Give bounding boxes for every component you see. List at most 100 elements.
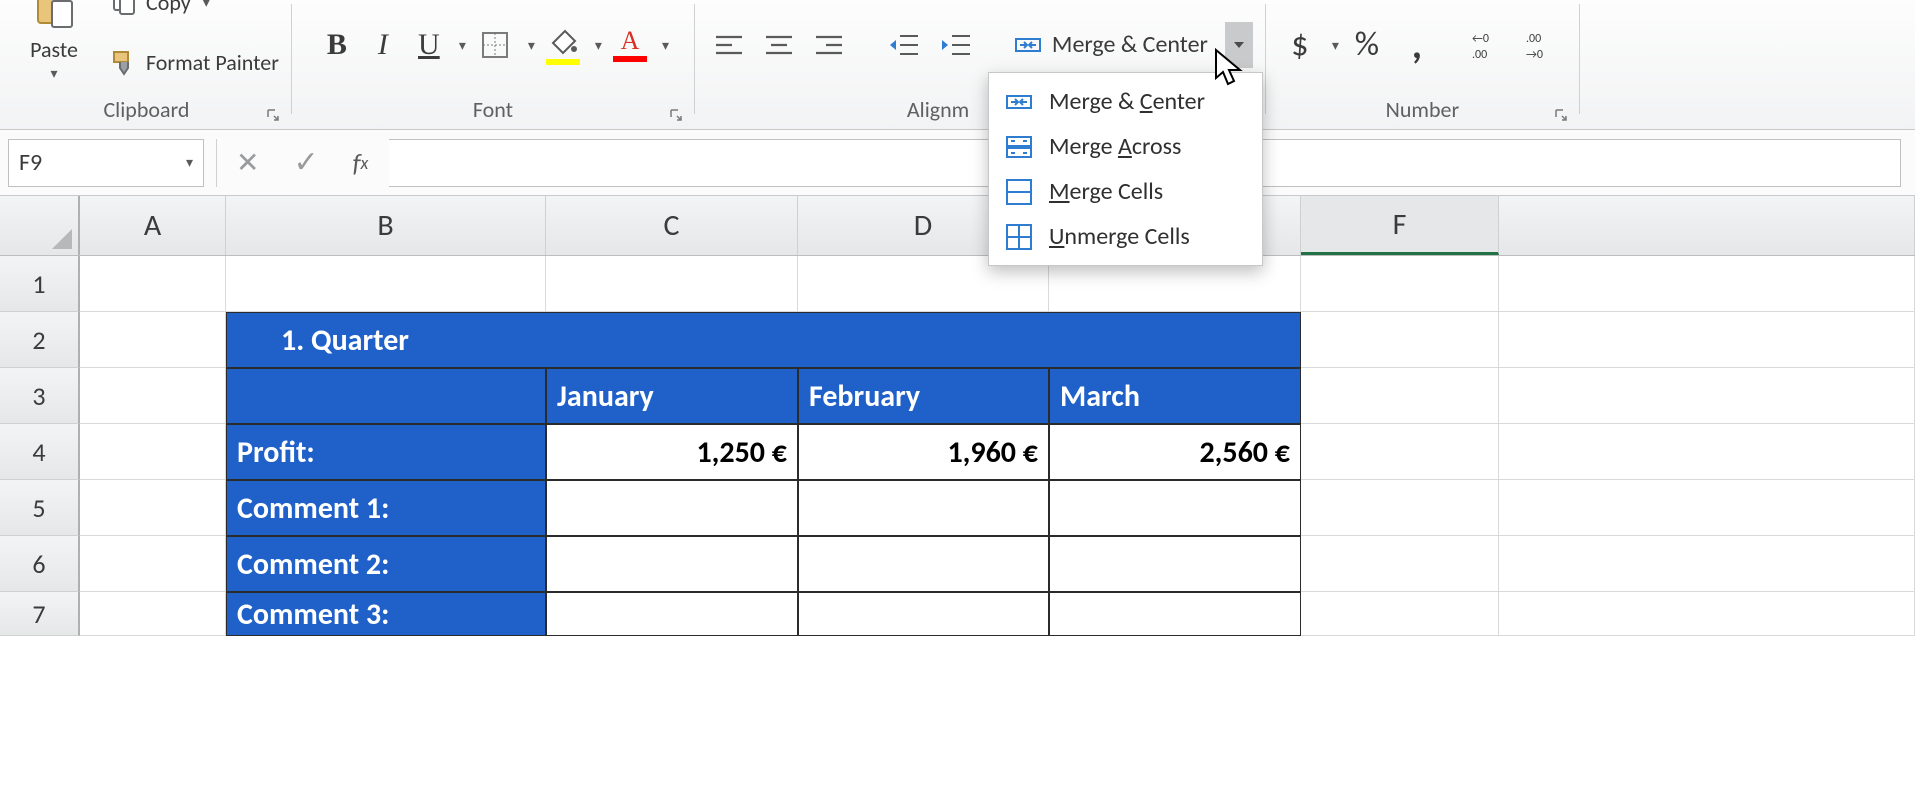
cell[interactable]	[1301, 424, 1499, 480]
format-painter-button[interactable]: Format Painter	[110, 34, 279, 90]
cell[interactable]	[1049, 592, 1301, 636]
row-label[interactable]: Comment 1:	[226, 480, 546, 536]
cell[interactable]	[798, 536, 1049, 592]
cell[interactable]	[1049, 480, 1301, 536]
row-header[interactable]: 3	[0, 368, 80, 424]
name-box[interactable]: F9 ▾	[8, 139, 204, 187]
align-center-button[interactable]	[757, 28, 801, 62]
cell[interactable]	[1499, 256, 1915, 312]
cell[interactable]	[546, 592, 798, 636]
row-label[interactable]: Comment 3:	[226, 592, 546, 636]
cell[interactable]	[80, 424, 226, 480]
cell[interactable]	[798, 592, 1049, 636]
row-label[interactable]: Comment 2:	[226, 536, 546, 592]
cell[interactable]	[546, 256, 798, 312]
cell[interactable]	[1049, 536, 1301, 592]
copy-button[interactable]: Copy ▾	[110, 0, 279, 30]
month-header[interactable]: March	[1049, 368, 1301, 424]
row-header[interactable]: 1	[0, 256, 80, 312]
merge-center-dropdown-button[interactable]	[1225, 22, 1253, 68]
month-header[interactable]: February	[798, 368, 1049, 424]
cell[interactable]	[80, 368, 226, 424]
cell[interactable]	[80, 592, 226, 636]
row-label[interactable]: Profit:	[226, 424, 546, 480]
cell[interactable]	[798, 480, 1049, 536]
chevron-down-icon: ▾	[50, 65, 57, 82]
profit-cell[interactable]: 1,250 €	[546, 424, 798, 480]
paste-split-button[interactable]: Paste ▾	[14, 0, 94, 82]
cell[interactable]	[546, 480, 798, 536]
chevron-down-icon[interactable]: ▾	[186, 154, 193, 171]
chevron-down-icon[interactable]: ▾	[662, 37, 669, 54]
row-header[interactable]: 5	[0, 480, 80, 536]
cell[interactable]	[1499, 424, 1915, 480]
column-header[interactable]	[1499, 196, 1915, 255]
cell[interactable]	[1301, 368, 1499, 424]
enter-formula-button[interactable]: ✓	[286, 143, 325, 183]
cell[interactable]	[1301, 256, 1499, 312]
unmerge-cells-icon	[1005, 223, 1033, 251]
chevron-down-icon[interactable]: ▾	[459, 37, 466, 54]
comma-format-button[interactable]: ,	[1395, 23, 1439, 67]
row-header[interactable]: 7	[0, 592, 80, 636]
cell[interactable]	[1499, 592, 1915, 636]
font-dialog-launcher[interactable]	[666, 105, 686, 125]
profit-cell[interactable]: 1,960 €	[798, 424, 1049, 480]
align-right-button[interactable]	[807, 28, 851, 62]
cell[interactable]	[1499, 536, 1915, 592]
increase-decimal-icon: ←0.00	[1472, 28, 1506, 62]
cell[interactable]	[1301, 536, 1499, 592]
chevron-down-icon[interactable]: ▾	[595, 37, 602, 54]
cell[interactable]	[80, 480, 226, 536]
underline-button[interactable]: U	[409, 25, 449, 65]
number-dialog-launcher[interactable]	[1551, 105, 1571, 125]
cell[interactable]	[1499, 312, 1915, 368]
increase-indent-button[interactable]	[933, 27, 979, 63]
chevron-down-icon[interactable]: ▾	[528, 37, 535, 54]
column-header[interactable]: A	[80, 196, 226, 255]
column-header-selected[interactable]: F	[1301, 196, 1499, 255]
merge-across-item[interactable]: Merge Across	[989, 124, 1262, 169]
percent-format-button[interactable]: %	[1345, 23, 1389, 67]
font-color-button[interactable]: A	[608, 25, 652, 65]
cell[interactable]	[80, 256, 226, 312]
cell[interactable]	[80, 536, 226, 592]
chevron-down-icon[interactable]: ▾	[1332, 37, 1339, 54]
row-header[interactable]: 4	[0, 424, 80, 480]
row-header[interactable]: 2	[0, 312, 80, 368]
decrease-indent-button[interactable]	[881, 27, 927, 63]
cell[interactable]	[1301, 480, 1499, 536]
profit-cell[interactable]: 2,560 €	[1049, 424, 1301, 480]
align-left-button[interactable]	[707, 28, 751, 62]
clipboard-dialog-launcher[interactable]	[263, 105, 283, 125]
table-title-cell[interactable]: 1. Quarter	[226, 312, 1301, 368]
cancel-formula-button[interactable]: ✕	[229, 144, 266, 182]
accounting-format-button[interactable]: $	[1278, 23, 1322, 67]
merge-and-center-item[interactable]: Merge & Center	[989, 79, 1262, 124]
cell[interactable]	[80, 312, 226, 368]
cell[interactable]	[226, 368, 546, 424]
cell[interactable]	[1499, 368, 1915, 424]
row-header[interactable]: 6	[0, 536, 80, 592]
column-header[interactable]: C	[546, 196, 798, 255]
cell[interactable]	[1301, 592, 1499, 636]
cell[interactable]	[1301, 312, 1499, 368]
cell[interactable]	[1499, 480, 1915, 536]
font-group: B I U ▾ ▾ ▾ A ▾ Font	[298, 0, 688, 129]
cell[interactable]	[226, 256, 546, 312]
bold-button[interactable]: B	[317, 25, 357, 65]
select-all-corner[interactable]	[0, 196, 80, 255]
fill-color-button[interactable]	[541, 22, 585, 68]
increase-decimal-button[interactable]: ←0.00	[1465, 23, 1513, 67]
merge-cells-item[interactable]: Merge Cells	[989, 169, 1262, 214]
decrease-decimal-button[interactable]: .00→0	[1519, 23, 1567, 67]
cell[interactable]	[546, 536, 798, 592]
borders-button[interactable]	[472, 24, 518, 66]
insert-function-button[interactable]: fx	[346, 145, 376, 181]
font-group-label: Font	[304, 94, 682, 127]
unmerge-cells-item[interactable]: Unmerge Cells	[989, 214, 1262, 259]
merge-center-button[interactable]: Merge & Center	[1005, 24, 1217, 66]
column-header[interactable]: B	[226, 196, 546, 255]
italic-button[interactable]: I	[363, 25, 403, 65]
month-header[interactable]: January	[546, 368, 798, 424]
